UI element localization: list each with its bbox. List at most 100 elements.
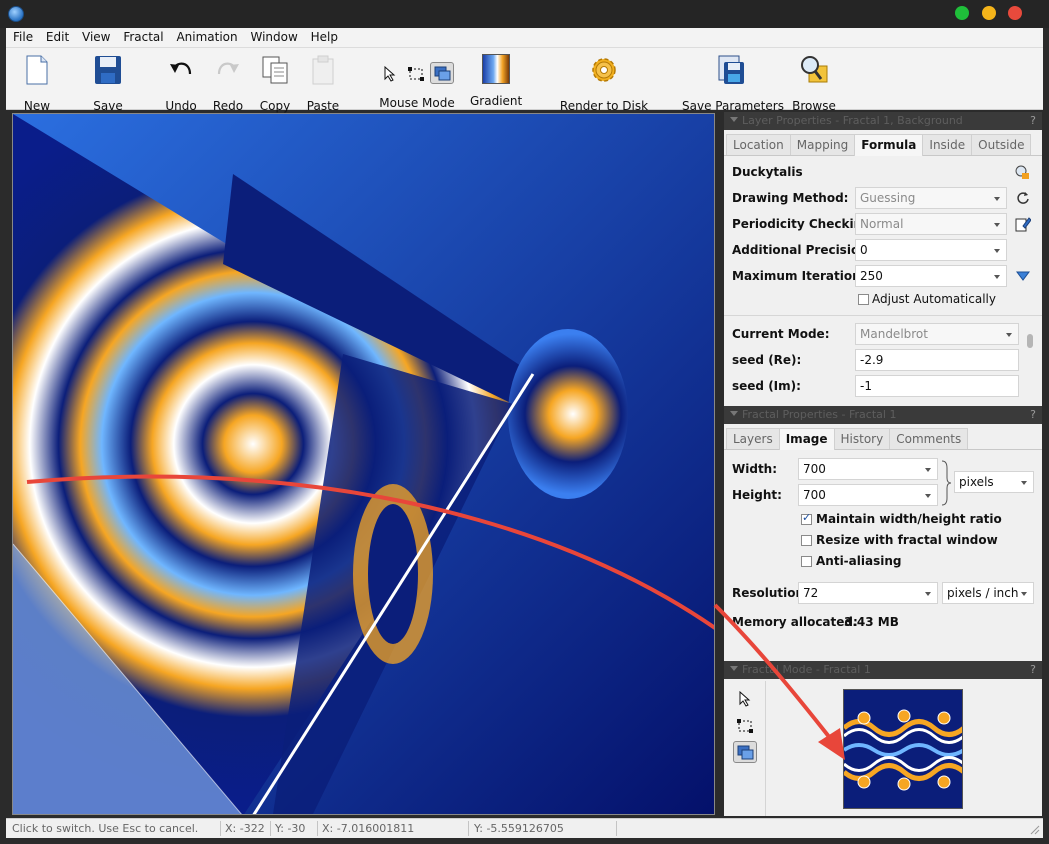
- help-icon[interactable]: ?: [1030, 114, 1036, 127]
- max-iterations-label: Maximum Iterations: [732, 269, 868, 283]
- mouse-mode-label: Mouse Mode: [379, 96, 455, 110]
- resize-window-checkbox[interactable]: [801, 535, 812, 546]
- redo-button[interactable]: Redo: [211, 54, 245, 113]
- close-button[interactable]: [1008, 6, 1022, 20]
- tab-outside[interactable]: Outside: [971, 134, 1032, 155]
- seed-re-label: seed (Re):: [732, 353, 802, 367]
- layer-properties-header[interactable]: Layer Properties - Fractal 1, Background…: [724, 112, 1042, 130]
- tab-inside[interactable]: Inside: [922, 134, 973, 155]
- select-arrow-icon[interactable]: [384, 66, 396, 82]
- select-arrow-icon[interactable]: [739, 691, 751, 707]
- new-label: New: [23, 99, 51, 113]
- units-select[interactable]: pixels: [954, 471, 1034, 493]
- undo-label: Undo: [165, 99, 197, 113]
- tab-mapping[interactable]: Mapping: [789, 134, 856, 155]
- refresh-icon[interactable]: [1016, 191, 1030, 205]
- collapse-caret-icon[interactable]: [730, 411, 738, 416]
- width-input[interactable]: 700: [798, 458, 938, 480]
- menu-help[interactable]: Help: [311, 28, 338, 44]
- fractal-mode-title: Fractal Mode - Fractal 1: [742, 663, 871, 676]
- browse-magnifier-icon: [801, 56, 828, 83]
- paste-button[interactable]: Paste: [306, 54, 340, 113]
- resolution-input[interactable]: 72: [798, 582, 938, 604]
- help-icon[interactable]: ?: [1030, 663, 1036, 676]
- current-mode-label: Current Mode:: [732, 327, 830, 341]
- new-button[interactable]: New: [20, 54, 54, 113]
- gradient-icon: [482, 54, 510, 84]
- node-select-icon[interactable]: [408, 67, 424, 81]
- fractal-mode-preview[interactable]: [843, 689, 963, 809]
- triangle-down-icon[interactable]: [1016, 271, 1030, 281]
- help-icon[interactable]: ?: [1030, 408, 1036, 421]
- fractal-mode-header[interactable]: Fractal Mode - Fractal 1 ?: [724, 661, 1042, 679]
- menu-edit[interactable]: Edit: [46, 28, 69, 44]
- memory-value: 3.43 MB: [844, 615, 899, 629]
- maintain-ratio-label: Maintain width/height ratio: [816, 512, 1002, 526]
- tab-comments[interactable]: Comments: [889, 428, 969, 449]
- current-mode-select[interactable]: Mandelbrot: [855, 323, 1019, 345]
- height-input[interactable]: 700: [798, 484, 938, 506]
- save-button[interactable]: Save: [91, 54, 125, 113]
- tab-formula[interactable]: Formula: [854, 134, 924, 156]
- floppy-disk-icon: [95, 56, 121, 84]
- minimize-button[interactable]: [982, 6, 996, 20]
- menu-fractal[interactable]: Fractal: [123, 28, 163, 44]
- toolbar: New Save Undo Redo Copy Paste Mouse Mode…: [6, 48, 1043, 113]
- drawing-method-select[interactable]: Guessing: [855, 187, 1007, 209]
- copy-icon: [262, 56, 288, 84]
- resize-window-label: Resize with fractal window: [816, 533, 998, 547]
- scrollbar-thumb[interactable]: [1027, 334, 1033, 348]
- periodicity-select[interactable]: Normal: [855, 213, 1007, 235]
- window-mode-icon[interactable]: [733, 741, 757, 763]
- adjust-automatically-checkbox[interactable]: [858, 294, 869, 305]
- tab-history[interactable]: History: [833, 428, 891, 449]
- seed-im-input[interactable]: -1: [855, 375, 1019, 397]
- precision-select[interactable]: 0: [855, 239, 1007, 261]
- paste-label: Paste: [306, 99, 340, 113]
- menu-bar: File Edit View Fractal Animation Window …: [6, 28, 1043, 48]
- seed-im-label: seed (Im):: [732, 379, 801, 393]
- gear-icon: [592, 58, 616, 82]
- formula-browse-icon[interactable]: [1014, 164, 1030, 180]
- tab-location[interactable]: Location: [726, 134, 791, 155]
- fractal-properties-header[interactable]: Fractal Properties - Fractal 1 ?: [724, 406, 1042, 424]
- edit-pencil-icon[interactable]: [1015, 216, 1031, 232]
- menu-file[interactable]: File: [13, 28, 33, 44]
- tab-layers[interactable]: Layers: [726, 428, 780, 449]
- collapse-caret-icon[interactable]: [730, 117, 738, 122]
- resize-grip-icon[interactable]: [1030, 825, 1040, 835]
- copy-label: Copy: [259, 99, 291, 113]
- seed-re-input[interactable]: -2.9: [855, 349, 1019, 371]
- resolution-units-select[interactable]: pixels / inch: [942, 582, 1034, 604]
- anti-aliasing-checkbox[interactable]: [801, 556, 812, 567]
- menu-window[interactable]: Window: [250, 28, 297, 44]
- memory-label: Memory allocated:: [732, 615, 858, 629]
- window-mode-icon[interactable]: [430, 62, 454, 84]
- maximize-button[interactable]: [955, 6, 969, 20]
- copy-button[interactable]: Copy: [258, 54, 292, 113]
- annotation-arrow: [26, 474, 714, 630]
- right-panel: Layer Properties - Fractal 1, Background…: [724, 112, 1042, 816]
- maintain-ratio-checkbox[interactable]: [801, 511, 812, 525]
- gradient-button[interactable]: Gradient: [470, 54, 522, 108]
- status-coord-x: X: -7.016001811: [322, 822, 415, 835]
- tab-image[interactable]: Image: [778, 428, 835, 450]
- gradient-label: Gradient: [470, 94, 523, 108]
- fractal-canvas[interactable]: [12, 113, 715, 815]
- status-coord-y: Y: -5.559126705: [474, 822, 564, 835]
- menu-view[interactable]: View: [82, 28, 110, 44]
- render-to-disk-button[interactable]: Render to Disk: [559, 54, 649, 113]
- mode-tool-strip: [724, 681, 766, 816]
- max-iterations-select[interactable]: 250: [855, 265, 1007, 287]
- brace-icon: [941, 460, 952, 506]
- width-label: Width:: [732, 462, 778, 476]
- collapse-caret-icon[interactable]: [730, 666, 738, 671]
- browse-button[interactable]: Browse: [792, 54, 836, 113]
- menu-animation[interactable]: Animation: [176, 28, 237, 44]
- status-pixel-y: Y: -30: [275, 822, 306, 835]
- undo-button[interactable]: Undo: [164, 54, 198, 113]
- save-parameters-button[interactable]: Save Parameters: [682, 54, 784, 113]
- paste-icon: [312, 55, 334, 85]
- node-select-icon[interactable]: [737, 719, 753, 733]
- app-icon: [8, 6, 24, 22]
